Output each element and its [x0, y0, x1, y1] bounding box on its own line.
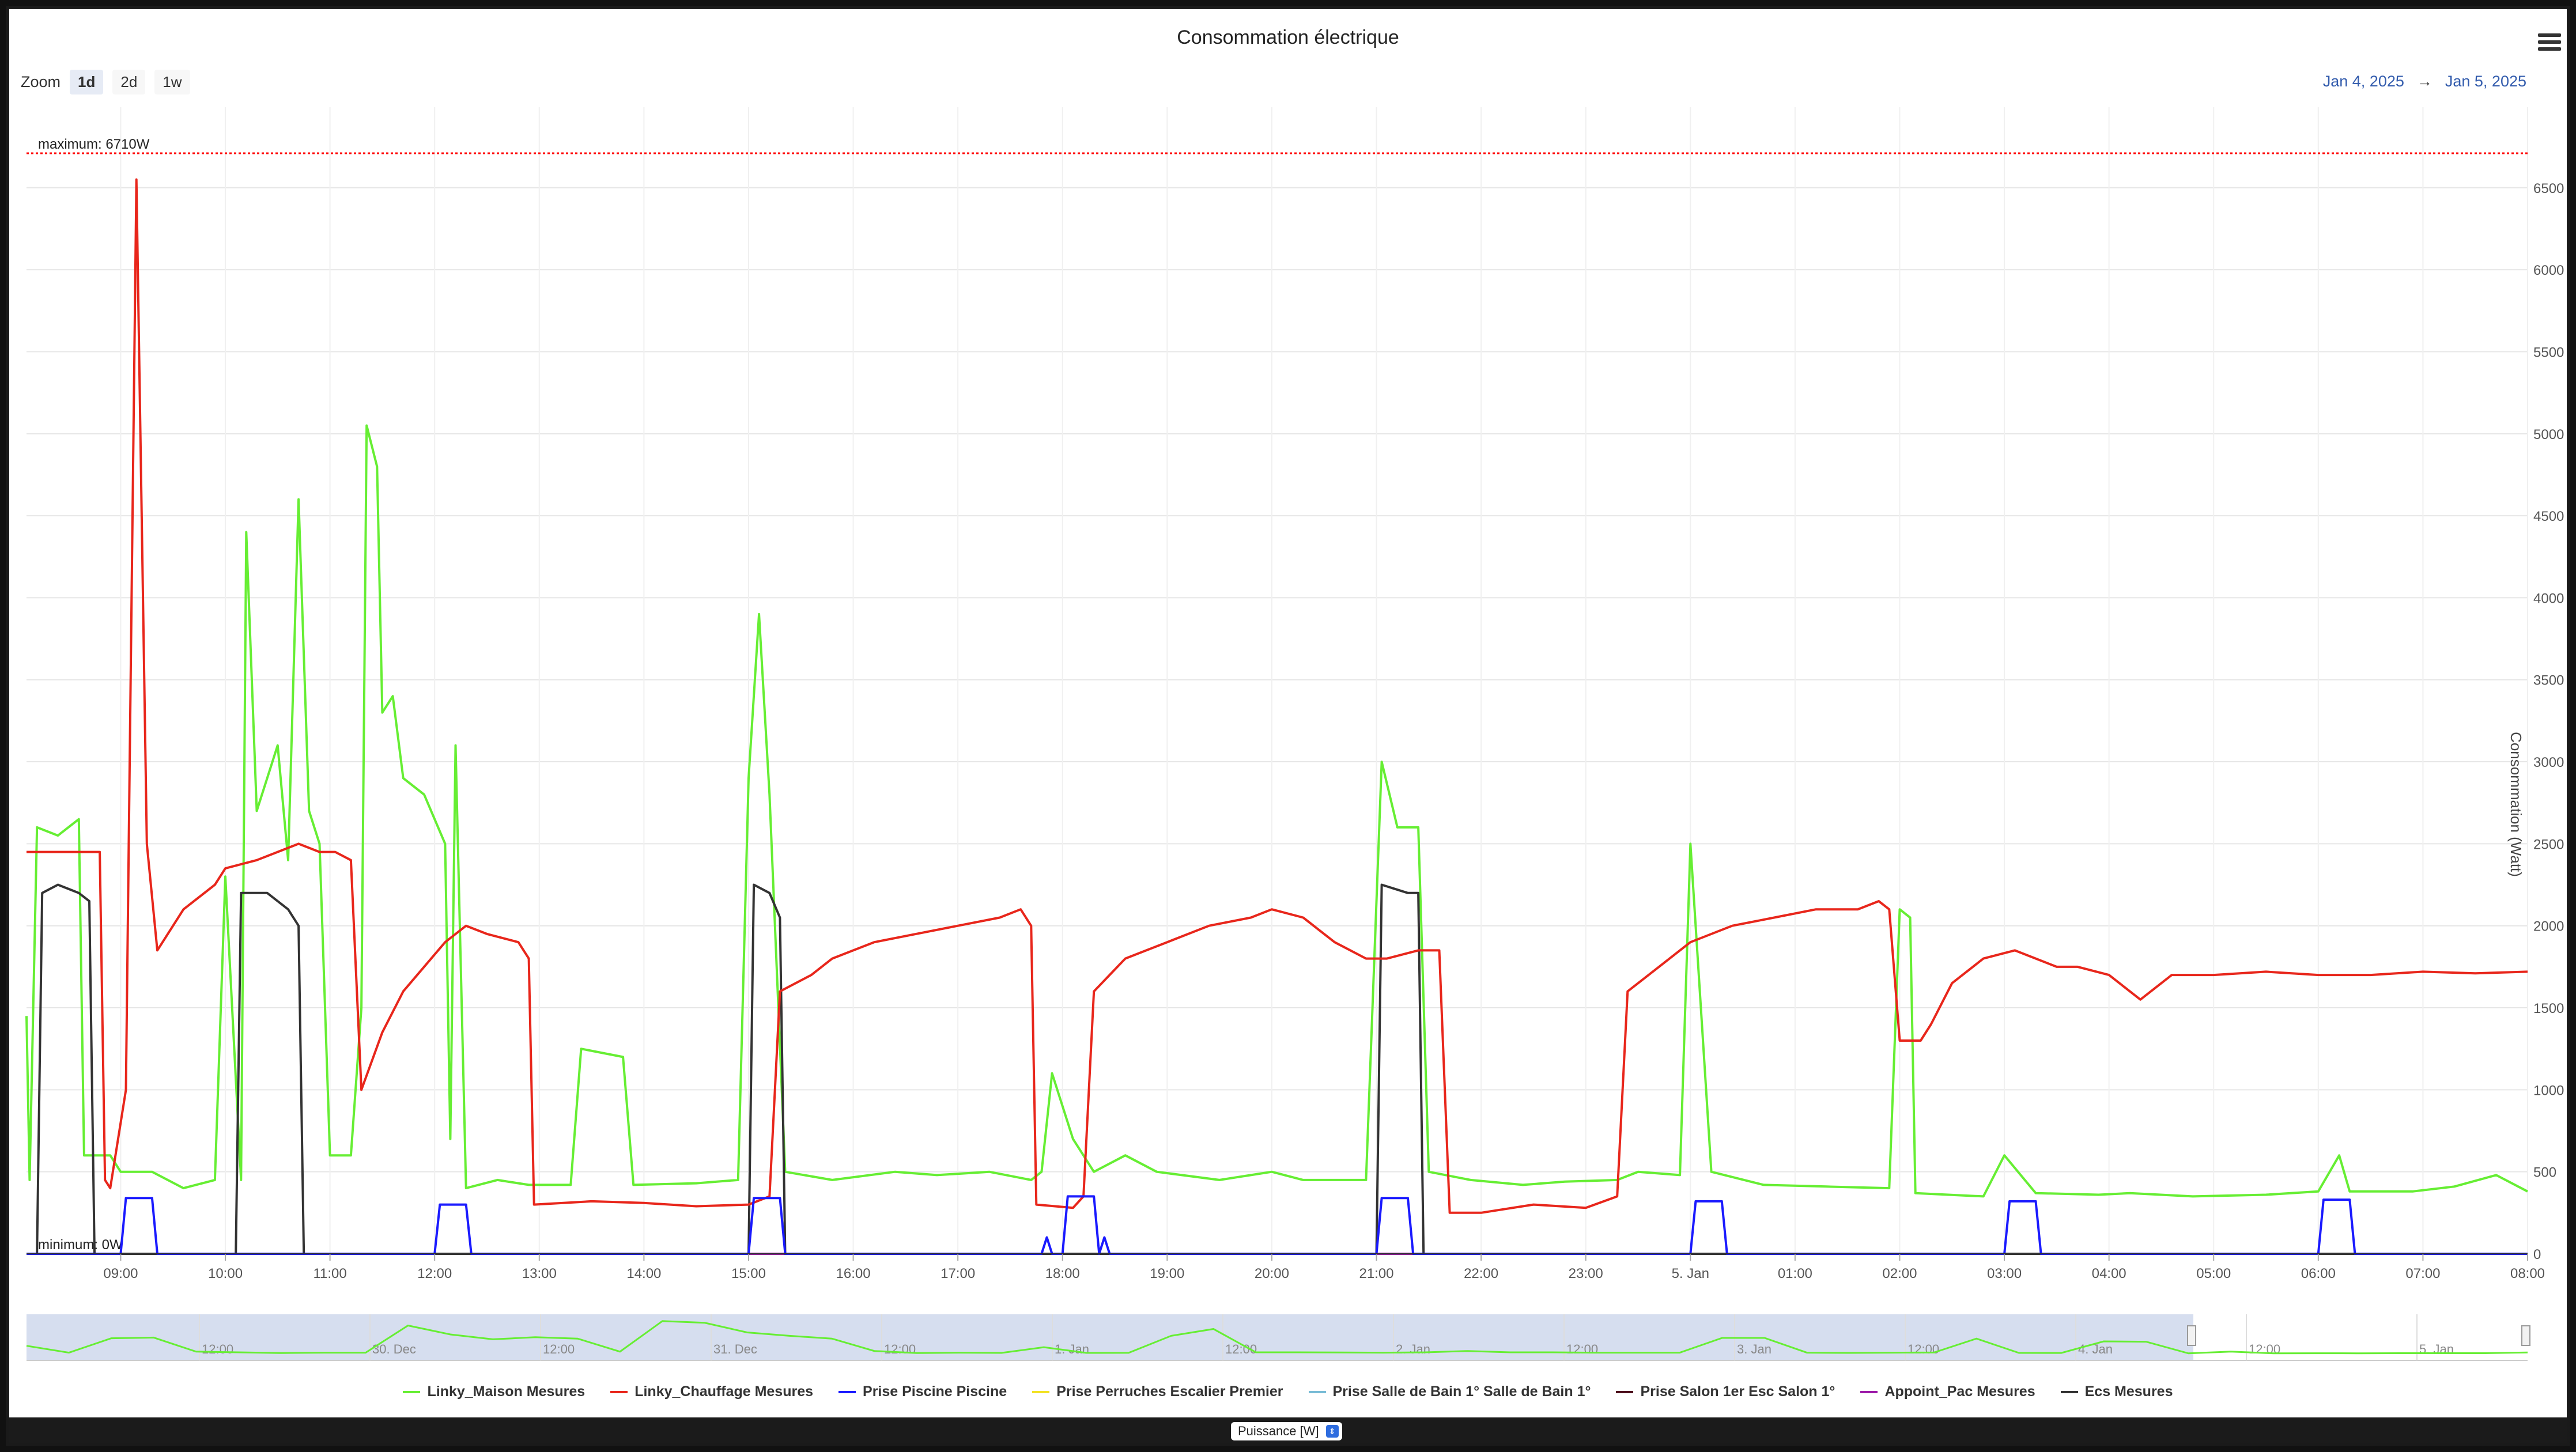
legend-label: Prise Salon 1er Esc Salon 1°: [1640, 1383, 1835, 1400]
legend-swatch: [403, 1390, 421, 1393]
y-tick-label: 3000: [2533, 755, 2564, 770]
y-axis-title: Consommation (Watt): [2507, 732, 2525, 877]
legend-item[interactable]: Prise Piscine Piscine: [838, 1383, 1007, 1400]
series-line: [27, 1195, 2528, 1255]
x-tick-label: 13:00: [522, 1266, 557, 1281]
x-tick-label: 09:00: [103, 1266, 138, 1281]
legend: Linky_Maison Mesures Linky_Chauffage Mesu…: [9, 1383, 2567, 1400]
navigator-label: 12:00: [1566, 1342, 1598, 1356]
y-tick-label: 4000: [2533, 591, 2564, 606]
legend-label: Prise Perruches Escalier Premier: [1056, 1383, 1283, 1400]
navigator-label: 12:00: [1908, 1342, 1939, 1356]
x-tick-label: 12:00: [417, 1266, 452, 1281]
legend-swatch: [1032, 1390, 1050, 1393]
plot-line-label: maximum: 6710W: [38, 137, 150, 152]
chevron-updown-icon: ⇕: [1325, 1425, 1339, 1438]
y-tick-label: 3500: [2533, 673, 2564, 689]
x-tick-label: 23:00: [1569, 1266, 1603, 1281]
x-tick-label: 04:00: [2092, 1266, 2126, 1281]
legend-swatch: [1308, 1390, 1326, 1393]
y-tick-label: 5000: [2533, 427, 2564, 443]
x-tick-label: 20:00: [1255, 1266, 1289, 1281]
y-tick-label: 5500: [2533, 345, 2564, 360]
navigator-label: 12:00: [884, 1342, 916, 1356]
legend-swatch: [1616, 1390, 1634, 1393]
navigator-handle-left: [2187, 1325, 2196, 1346]
legend-item[interactable]: Prise Salon 1er Esc Salon 1°: [1616, 1383, 1835, 1400]
y-tick-label: 500: [2533, 1165, 2556, 1181]
navigator-label: 12:00: [202, 1342, 233, 1356]
series-line: [27, 178, 2528, 1214]
plot-line-label: minimum: 0W: [38, 1237, 123, 1253]
navigator-label: 31. Dec: [713, 1342, 757, 1356]
y-tick-label: 1500: [2533, 1001, 2564, 1016]
y-tick-label: 2000: [2533, 919, 2564, 935]
y-tick-label: 0: [2533, 1247, 2541, 1262]
x-tick-label: 08:00: [2510, 1266, 2545, 1281]
legend-label: Prise Salle de Bain 1° Salle de Bain 1°: [1332, 1383, 1591, 1400]
navigator-label: 12:00: [2249, 1342, 2280, 1356]
legend-swatch: [2060, 1390, 2078, 1393]
legend-swatch: [838, 1390, 856, 1393]
series-group: [25, 178, 2528, 1255]
x-tick-label: 10:00: [208, 1266, 243, 1281]
y-tick-label: 2500: [2533, 837, 2564, 852]
x-tick-label: 21:00: [1359, 1266, 1393, 1281]
legend-label: Prise Piscine Piscine: [863, 1383, 1007, 1400]
x-tick-label: 11:00: [313, 1266, 346, 1281]
legend-label: Appoint_Pac Mesures: [1884, 1383, 2035, 1400]
y-tick-label: 6000: [2533, 263, 2564, 278]
legend-item[interactable]: Linky_Chauffage Mesures: [610, 1383, 813, 1400]
x-tick-label: 19:00: [1150, 1266, 1184, 1281]
legend-label: Ecs Mesures: [2084, 1383, 2173, 1400]
x-tick-label: 16:00: [836, 1266, 871, 1281]
legend-item[interactable]: Appoint_Pac Mesures: [1860, 1383, 2035, 1400]
x-tick-label: 07:00: [2405, 1266, 2440, 1281]
x-tick-label: 01:00: [1778, 1266, 1812, 1281]
y-tick-label: 4500: [2533, 509, 2564, 524]
legend-swatch: [1860, 1390, 1878, 1393]
navigator-label: 2. Jan: [1396, 1342, 1430, 1356]
y-tick-label: 1000: [2533, 1083, 2564, 1098]
x-tick-label: 17:00: [940, 1266, 975, 1281]
legend-item[interactable]: Linky_Maison Mesures: [403, 1383, 585, 1400]
legend-item[interactable]: Prise Perruches Escalier Premier: [1032, 1383, 1283, 1400]
legend-swatch: [610, 1390, 628, 1393]
x-tick-label: 15:00: [731, 1266, 766, 1281]
x-tick-label: 5. Jan: [1672, 1266, 1709, 1281]
navigator-label: 12:00: [543, 1342, 575, 1356]
legend-item[interactable]: Ecs Mesures: [2060, 1383, 2173, 1400]
x-tick-label: 14:00: [626, 1266, 661, 1281]
unit-select[interactable]: Puissance [W] ⇕: [1231, 1422, 1342, 1440]
x-tick-label: 02:00: [1882, 1266, 1917, 1281]
chart-container: Consommation électrique Zoom 1d 2d 1w Ja…: [6, 6, 2570, 1446]
legend-label: Linky_Maison Mesures: [427, 1383, 586, 1400]
series-line: [25, 424, 2528, 1198]
navigator-handle-right: [2521, 1325, 2530, 1346]
x-axis: 09:00 10:00 11:00 12:00 13:00 14:00 15:00 16:00…: [27, 1253, 2545, 1281]
unit-select-label: Puissance [W]: [1238, 1424, 1319, 1438]
x-tick-label: 06:00: [2301, 1266, 2336, 1281]
grid: [27, 107, 2528, 1254]
x-tick-label: 22:00: [1464, 1266, 1498, 1281]
chart-svg: maximum: 6710W minimum: 0W 0 500 1000 1500 20…: [25, 107, 2564, 1361]
navigator-label: 3. Jan: [1737, 1342, 1772, 1356]
series-line: [27, 883, 2528, 1255]
x-tick-label: 03:00: [1987, 1266, 2022, 1281]
navigator-label: 5. Jan: [2419, 1342, 2454, 1356]
x-tick-label: 18:00: [1045, 1266, 1080, 1281]
plot-lines: maximum: 6710W minimum: 0W: [27, 137, 2528, 1255]
legend-label: Linky_Chauffage Mesures: [634, 1383, 814, 1400]
y-tick-label: 6500: [2533, 181, 2564, 196]
legend-item[interactable]: Prise Salle de Bain 1° Salle de Bain 1°: [1308, 1383, 1591, 1400]
x-tick-label: 05:00: [2196, 1266, 2231, 1281]
bottom-bar: Puissance [W] ⇕: [9, 1417, 2567, 1443]
navigator: 12:00 30. Dec 12:00 31. Dec 12:00 1. Jan 12:00…: [26, 1314, 2530, 1361]
y-axis: 0 500 1000 1500 2000 2500 3000 3500 4000 4500 5000…: [2533, 181, 2564, 1262]
